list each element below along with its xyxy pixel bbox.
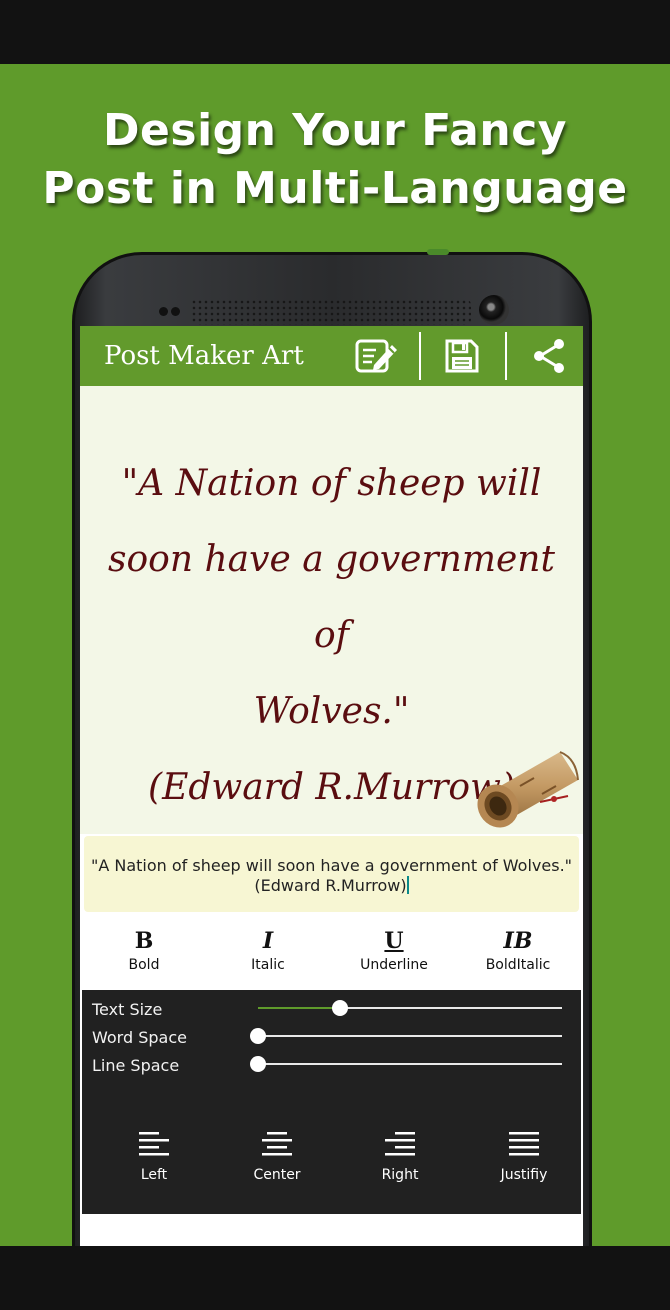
- bold-italic-icon: IB: [503, 928, 533, 954]
- bold-button[interactable]: B Bold: [84, 926, 204, 986]
- align-right-icon: [385, 1132, 415, 1156]
- navigation-bar-area: [0, 1246, 670, 1310]
- promo-headline: Design Your Fancy Post in Multi-Language: [0, 102, 670, 218]
- light-sensor: [171, 307, 180, 316]
- text-size-label: Text Size: [92, 1000, 163, 1019]
- power-button: [427, 249, 449, 255]
- save-floppy-icon: [445, 339, 479, 373]
- toolbar-divider: [505, 332, 507, 380]
- align-center-button[interactable]: Center: [227, 1130, 327, 1194]
- line-space-slider-thumb[interactable]: [250, 1056, 266, 1072]
- text-size-slider-fill: [258, 1007, 341, 1009]
- word-space-label: Word Space: [92, 1028, 187, 1047]
- italic-button[interactable]: I Italic: [208, 926, 328, 986]
- promo-headline-line1: Design Your Fancy: [103, 105, 567, 156]
- align-right-label: Right: [381, 1167, 419, 1183]
- parchment-scroll-image: [477, 751, 579, 828]
- text-cursor: [406, 876, 409, 894]
- align-left-button[interactable]: Left: [104, 1130, 204, 1194]
- share-icon: [534, 339, 564, 373]
- align-justify-button[interactable]: Justifiy: [474, 1130, 574, 1194]
- text-settings-panel: Text Size Word Space Line Space Left Cen…: [82, 990, 581, 1214]
- align-justify-label: Justifiy: [500, 1167, 548, 1183]
- bold-italic-label: BoldItalic: [485, 957, 551, 973]
- align-justify-icon: [509, 1132, 539, 1156]
- post-canvas[interactable]: "A Nation of sheep will soon have a gove…: [80, 386, 583, 834]
- quote-text-input-value: "A Nation of sheep will soon have a gove…: [90, 856, 573, 895]
- bold-icon: B: [134, 928, 154, 954]
- italic-icon: I: [262, 928, 274, 954]
- underline-label: Underline: [360, 957, 428, 973]
- toolbar-divider: [419, 332, 421, 380]
- edit-note-icon: [355, 339, 397, 373]
- edit-button[interactable]: [340, 330, 414, 382]
- screen-bottom-edge: [80, 1214, 583, 1246]
- align-left-icon: [139, 1132, 169, 1156]
- word-space-slider[interactable]: [250, 1028, 562, 1044]
- word-space-slider-thumb[interactable]: [250, 1028, 266, 1044]
- text-style-bar: B Bold I Italic U Underline IB BoldItali…: [80, 922, 583, 990]
- share-button[interactable]: [512, 330, 583, 382]
- app-screen: Post Maker Art "A Nation of sheep will s…: [80, 326, 583, 1246]
- underline-button[interactable]: U Underline: [334, 926, 454, 986]
- text-size-slider[interactable]: [258, 1000, 562, 1016]
- bold-label: Bold: [128, 957, 160, 973]
- proximity-sensor: [159, 307, 168, 316]
- line-space-label: Line Space: [92, 1056, 180, 1075]
- text-size-slider-thumb[interactable]: [332, 1000, 349, 1016]
- app-toolbar: Post Maker Art: [80, 326, 583, 386]
- save-button[interactable]: [425, 330, 499, 382]
- earpiece-speaker: [191, 299, 471, 325]
- underline-icon: U: [384, 928, 404, 954]
- italic-label: Italic: [251, 957, 285, 973]
- align-left-label: Left: [140, 1167, 168, 1183]
- line-space-slider[interactable]: [250, 1056, 562, 1072]
- align-right-button[interactable]: Right: [350, 1130, 450, 1194]
- status-bar-area: [0, 0, 670, 64]
- align-center-icon: [262, 1132, 292, 1156]
- app-title: Post Maker Art: [104, 341, 304, 371]
- quote-text-input[interactable]: "A Nation of sheep will soon have a gove…: [84, 836, 579, 912]
- align-center-label: Center: [253, 1167, 301, 1183]
- bold-italic-button[interactable]: IB BoldItalic: [458, 926, 578, 986]
- front-camera: [479, 295, 509, 325]
- promo-headline-line2: Post in Multi-Language: [42, 163, 628, 214]
